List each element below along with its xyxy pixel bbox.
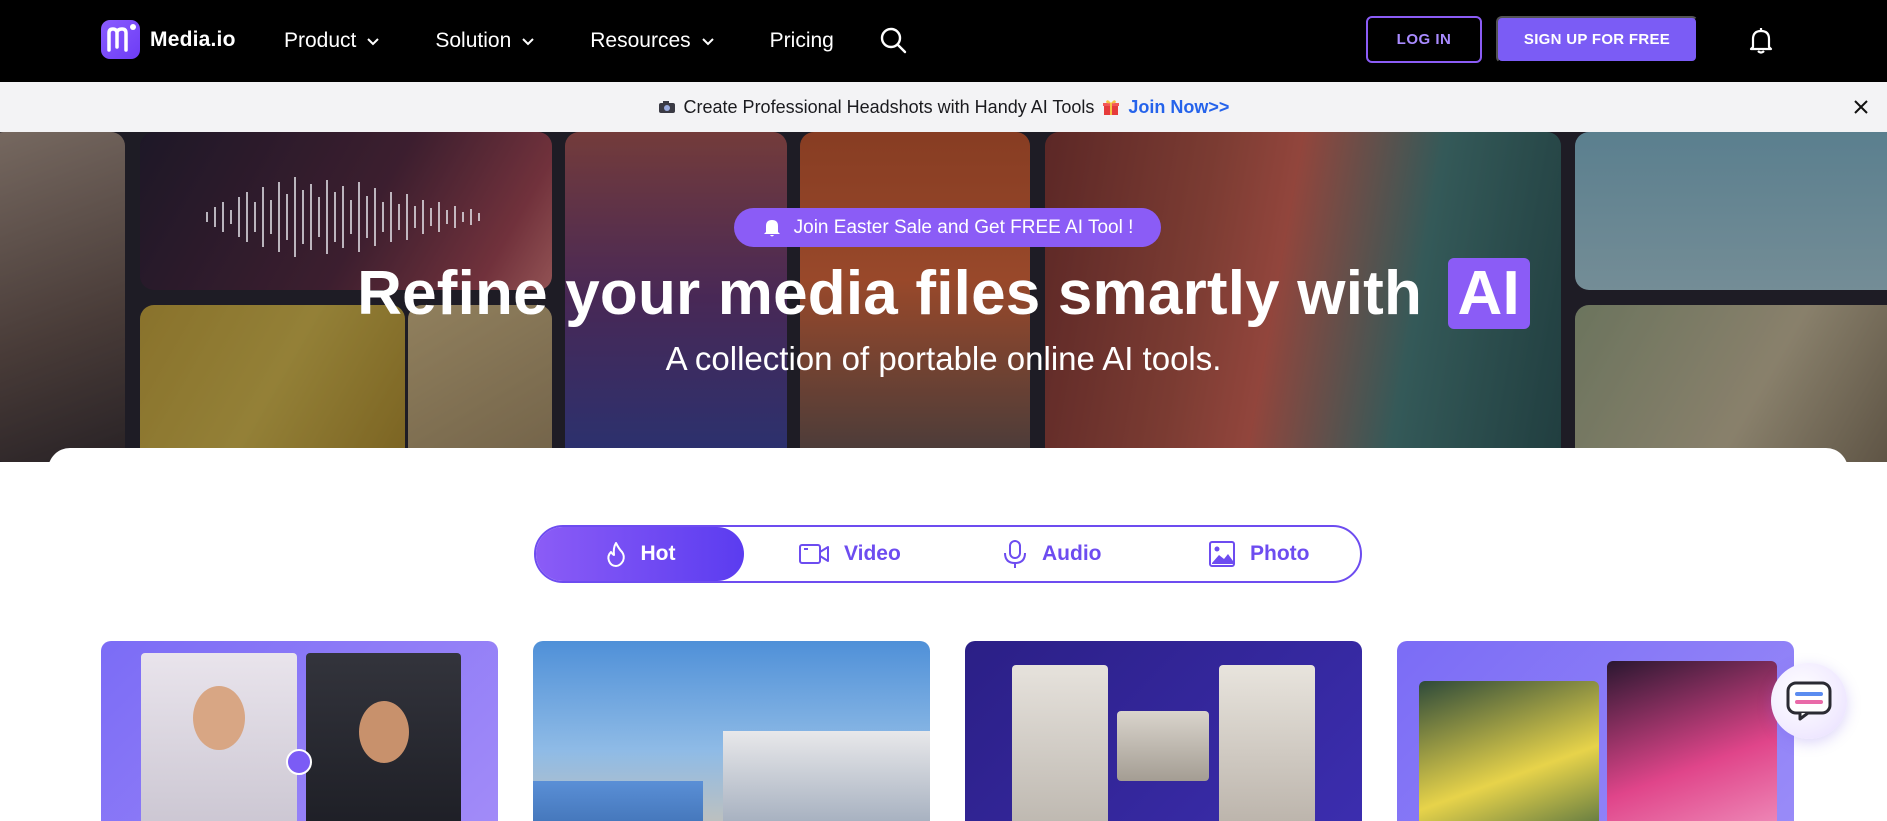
nav-pricing[interactable]: Pricing bbox=[770, 29, 834, 53]
close-icon[interactable] bbox=[1853, 99, 1869, 115]
tab-photo-label: Photo bbox=[1250, 542, 1310, 565]
brand-logo-icon bbox=[101, 20, 140, 59]
image-icon bbox=[1209, 541, 1235, 567]
microphone-icon bbox=[1004, 540, 1026, 568]
video-icon bbox=[799, 544, 829, 564]
hero-title: Refine your media files smartly with AI bbox=[0, 258, 1887, 329]
card-thumbnail bbox=[1012, 665, 1108, 821]
card-thumbnail bbox=[1219, 665, 1315, 821]
nav-solution-label: Solution bbox=[435, 29, 512, 52]
chevron-down-icon bbox=[367, 38, 380, 46]
nav-product-label: Product bbox=[284, 29, 357, 52]
tool-card-voice[interactable] bbox=[1397, 641, 1794, 821]
tab-video-label: Video bbox=[844, 542, 901, 565]
nav-resources[interactable]: Resources bbox=[590, 29, 714, 53]
nav-resources-label: Resources bbox=[590, 29, 691, 52]
tab-hot-label: Hot bbox=[640, 542, 676, 565]
hero-title-text: Refine your media files smartly with bbox=[357, 259, 1423, 328]
nav-pricing-label: Pricing bbox=[769, 29, 834, 52]
card-face bbox=[359, 701, 409, 763]
audio-waveform-graphic bbox=[206, 177, 480, 257]
tool-card-video[interactable] bbox=[533, 641, 930, 821]
tab-audio[interactable]: Audio bbox=[1002, 527, 1101, 581]
category-tabs: Hot Video Audio Photo bbox=[534, 525, 1362, 583]
hero-title-highlight: AI bbox=[1447, 258, 1530, 329]
tab-video[interactable]: Video bbox=[798, 527, 901, 581]
hero-subtitle: A collection of portable online AI tools… bbox=[665, 340, 1222, 377]
easter-sale-label: Join Easter Sale and Get FREE AI Tool ! bbox=[793, 216, 1134, 238]
card-thumbnail bbox=[1419, 681, 1599, 821]
nav-solution[interactable]: Solution bbox=[435, 29, 535, 53]
main-menu: Product Solution Resources Pricing bbox=[284, 0, 889, 82]
card-thumbnail bbox=[723, 731, 930, 821]
tab-audio-label: Audio bbox=[1042, 542, 1102, 565]
login-button[interactable]: LOG IN bbox=[1366, 16, 1482, 63]
tab-hot[interactable]: Hot bbox=[536, 527, 744, 581]
tab-photo[interactable]: Photo bbox=[1208, 527, 1309, 581]
card-thumbnail bbox=[1117, 711, 1209, 781]
promo-text: Create Professional Headshots with Handy… bbox=[683, 96, 1095, 117]
promo-join-link[interactable]: Join Now>> bbox=[1128, 97, 1229, 118]
chat-assistant-button[interactable] bbox=[1771, 663, 1847, 739]
camera-icon bbox=[658, 101, 675, 113]
promo-bar: Create Professional Headshots with Handy… bbox=[0, 82, 1887, 132]
search-icon[interactable] bbox=[879, 26, 907, 54]
chevron-down-icon bbox=[701, 38, 714, 46]
brand-name: Media.io bbox=[150, 27, 236, 51]
chevron-down-icon bbox=[522, 38, 534, 46]
flame-icon bbox=[606, 542, 625, 567]
tool-card-podcast[interactable] bbox=[965, 641, 1362, 821]
brand-logo[interactable]: Media.io bbox=[101, 20, 236, 59]
bell-icon bbox=[763, 220, 780, 237]
card-thumbnail bbox=[1607, 661, 1777, 821]
hero-banner: Join Easter Sale and Get FREE AI Tool ! … bbox=[0, 132, 1887, 462]
chat-icon bbox=[1786, 681, 1832, 721]
notification-bell-icon[interactable] bbox=[1748, 27, 1774, 55]
top-nav: Media.io Product Solution Resources Pric… bbox=[0, 0, 1887, 82]
nav-product[interactable]: Product bbox=[284, 29, 380, 53]
gift-icon bbox=[1103, 100, 1120, 115]
swap-icon bbox=[286, 749, 312, 775]
card-face bbox=[193, 686, 245, 750]
card-thumbnail bbox=[533, 781, 703, 821]
tool-card-headshot[interactable] bbox=[101, 641, 498, 821]
easter-sale-button[interactable]: Join Easter Sale and Get FREE AI Tool ! bbox=[734, 208, 1161, 247]
signup-button[interactable]: SIGN UP FOR FREE bbox=[1496, 16, 1698, 63]
